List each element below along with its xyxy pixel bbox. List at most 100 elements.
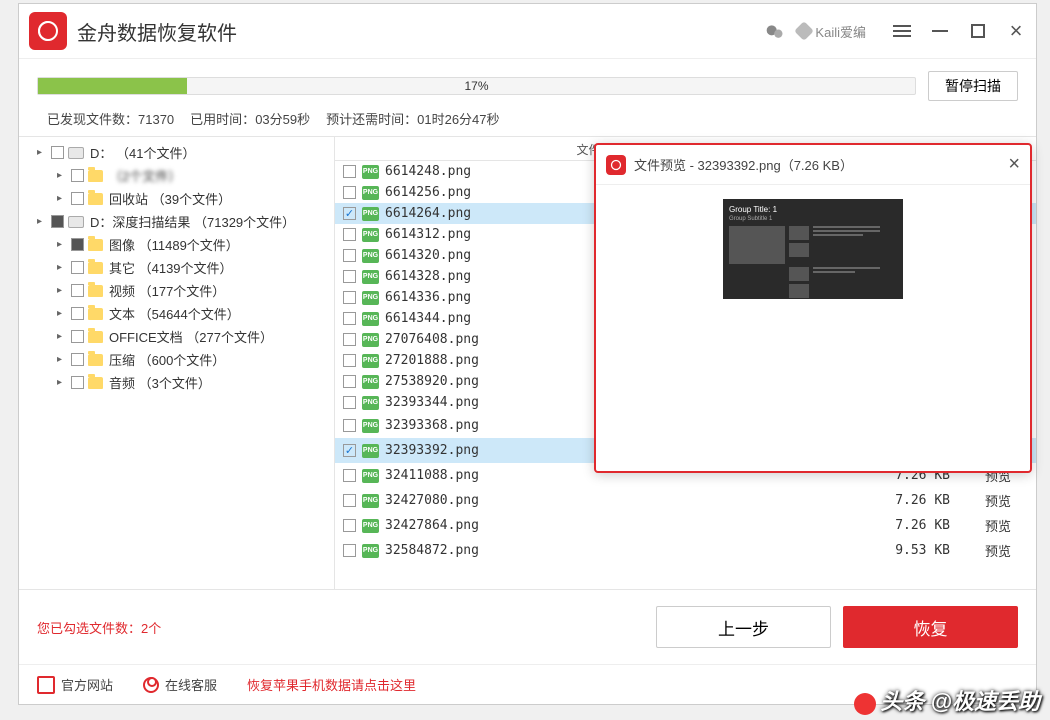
folder-icon bbox=[88, 193, 103, 205]
expand-icon[interactable]: ▸ bbox=[37, 147, 49, 158]
tree-item[interactable]: ▸ （2个文件） bbox=[19, 164, 334, 187]
expand-icon[interactable]: ▸ bbox=[57, 354, 69, 365]
expand-icon[interactable]: ▸ bbox=[57, 377, 69, 388]
folder-icon bbox=[88, 331, 103, 343]
prev-button[interactable]: 上一步 bbox=[656, 606, 831, 648]
tree-item[interactable]: ▸视频 （177个文件） bbox=[19, 279, 334, 302]
preview-link[interactable]: 预览 bbox=[968, 491, 1028, 510]
recover-button[interactable]: 恢复 bbox=[843, 606, 1018, 648]
png-icon: PNG bbox=[362, 249, 379, 263]
file-checkbox[interactable] bbox=[343, 291, 356, 304]
titlebar: 金舟数据恢复软件 Kaili爱编 × bbox=[19, 4, 1036, 59]
file-checkbox[interactable] bbox=[343, 419, 356, 432]
png-icon: PNG bbox=[362, 186, 379, 200]
png-icon: PNG bbox=[362, 333, 379, 347]
expand-icon[interactable]: ▸ bbox=[57, 193, 69, 204]
tree-label: 压缩 （600个文件） bbox=[109, 350, 225, 369]
file-checkbox[interactable] bbox=[343, 469, 356, 482]
tree-label: D：深度扫描结果 （71329个文件） bbox=[90, 212, 295, 231]
folder-icon bbox=[88, 354, 103, 366]
tree-item[interactable]: ▸ OFFICE文档 （277个文件） bbox=[19, 325, 334, 348]
preview-title: 文件预览 - 32393392.png（7.26 KB） bbox=[634, 155, 853, 174]
disk-icon bbox=[68, 147, 84, 159]
tree-checkbox[interactable] bbox=[71, 238, 84, 251]
png-icon: PNG bbox=[362, 494, 379, 508]
official-site-link[interactable]: 官方网站 bbox=[37, 675, 113, 694]
file-checkbox[interactable] bbox=[343, 396, 356, 409]
file-checkbox[interactable] bbox=[343, 165, 356, 178]
tree-label: 文本 （54644个文件） bbox=[109, 304, 240, 323]
file-checkbox[interactable] bbox=[343, 375, 356, 388]
pause-scan-button[interactable]: 暂停扫描 bbox=[928, 71, 1018, 101]
disk-icon bbox=[68, 216, 84, 228]
tree-item[interactable]: ▸ 压缩 （600个文件） bbox=[19, 348, 334, 371]
expand-icon[interactable]: ▸ bbox=[57, 285, 69, 296]
preview-thumbnail: Group Title: 1 Group Subtitle 1 bbox=[723, 199, 903, 299]
minimize-button[interactable] bbox=[930, 21, 950, 41]
tree-checkbox[interactable] bbox=[71, 330, 84, 343]
expand-icon[interactable]: ▸ bbox=[37, 216, 49, 227]
folder-icon bbox=[88, 170, 103, 182]
folder-tree[interactable]: ▸D： （41个文件）▸ （2个文件）▸回收站 （39个文件）▸D：深度扫描结果… bbox=[19, 137, 335, 589]
tree-label: OFFICE文档 （277个文件） bbox=[109, 327, 273, 346]
tree-item[interactable]: ▸其它 （4139个文件） bbox=[19, 256, 334, 279]
preview-header: 文件预览 - 32393392.png（7.26 KB） × bbox=[596, 145, 1030, 185]
iphone-recovery-link[interactable]: 恢复苹果手机数据请点击这里 bbox=[247, 675, 416, 694]
online-service-link[interactable]: 在线客服 bbox=[143, 675, 217, 694]
tree-checkbox[interactable] bbox=[71, 192, 84, 205]
progress-row: 17% 暂停扫描 bbox=[19, 59, 1036, 105]
preview-link[interactable]: 预览 bbox=[968, 516, 1028, 535]
tree-checkbox[interactable] bbox=[51, 215, 64, 228]
tree-checkbox[interactable] bbox=[71, 307, 84, 320]
folder-icon bbox=[88, 377, 103, 389]
tree-label: D： （41个文件） bbox=[90, 143, 195, 162]
tree-checkbox[interactable] bbox=[71, 169, 84, 182]
file-row[interactable]: PNG32584872.png9.53 KB预览 bbox=[335, 538, 1036, 563]
tree-checkbox[interactable] bbox=[71, 261, 84, 274]
preview-close-button[interactable]: × bbox=[1008, 153, 1020, 176]
expand-icon[interactable]: ▸ bbox=[57, 331, 69, 342]
file-checkbox[interactable] bbox=[343, 228, 356, 241]
maximize-button[interactable] bbox=[968, 21, 988, 41]
tree-checkbox[interactable] bbox=[71, 284, 84, 297]
file-checkbox[interactable] bbox=[343, 270, 356, 283]
tree-checkbox[interactable] bbox=[71, 353, 84, 366]
file-checkbox[interactable] bbox=[343, 519, 356, 532]
expand-icon[interactable]: ▸ bbox=[57, 308, 69, 319]
tree-item[interactable]: ▸图像 （11489个文件） bbox=[19, 233, 334, 256]
progress-percent: 17% bbox=[464, 79, 488, 93]
file-checkbox[interactable]: ✓ bbox=[343, 444, 356, 457]
file-row[interactable]: PNG32427864.png7.26 KB预览 bbox=[335, 513, 1036, 538]
tree-checkbox[interactable] bbox=[51, 146, 64, 159]
file-checkbox[interactable] bbox=[343, 494, 356, 507]
menu-button[interactable] bbox=[892, 21, 912, 41]
file-row[interactable]: PNG32427080.png7.26 KB预览 bbox=[335, 488, 1036, 513]
png-icon: PNG bbox=[362, 291, 379, 305]
file-checkbox[interactable] bbox=[343, 544, 356, 557]
tree-item[interactable]: ▸ 文本 （54644个文件） bbox=[19, 302, 334, 325]
tree-item[interactable]: ▸ D： （41个文件） bbox=[19, 141, 334, 164]
preview-link[interactable]: 预览 bbox=[968, 541, 1028, 560]
tree-item[interactable]: ▸音频 （3个文件） bbox=[19, 371, 334, 394]
close-button[interactable]: × bbox=[1006, 21, 1026, 41]
service-icon bbox=[143, 677, 159, 693]
png-icon: PNG bbox=[362, 396, 379, 410]
tree-item[interactable]: ▸ D：深度扫描结果 （71329个文件） bbox=[19, 210, 334, 233]
wechat-icon[interactable] bbox=[765, 22, 783, 40]
file-checkbox[interactable] bbox=[343, 249, 356, 262]
expand-icon[interactable]: ▸ bbox=[57, 239, 69, 250]
file-checkbox[interactable] bbox=[343, 354, 356, 367]
app-title: 金舟数据恢复软件 bbox=[77, 17, 237, 46]
tree-checkbox[interactable] bbox=[71, 376, 84, 389]
file-checkbox[interactable] bbox=[343, 333, 356, 346]
file-checkbox[interactable] bbox=[343, 312, 356, 325]
site-icon bbox=[37, 676, 55, 694]
file-checkbox[interactable] bbox=[343, 186, 356, 199]
preview-panel: 文件预览 - 32393392.png（7.26 KB） × Group Tit… bbox=[594, 143, 1032, 473]
expand-icon[interactable]: ▸ bbox=[57, 262, 69, 273]
watermark: 头条 @极速丢助 bbox=[854, 684, 1040, 716]
tree-item[interactable]: ▸回收站 （39个文件） bbox=[19, 187, 334, 210]
user-badge[interactable]: Kaili爱编 bbox=[797, 22, 866, 41]
expand-icon[interactable]: ▸ bbox=[57, 170, 69, 181]
file-checkbox[interactable]: ✓ bbox=[343, 207, 356, 220]
